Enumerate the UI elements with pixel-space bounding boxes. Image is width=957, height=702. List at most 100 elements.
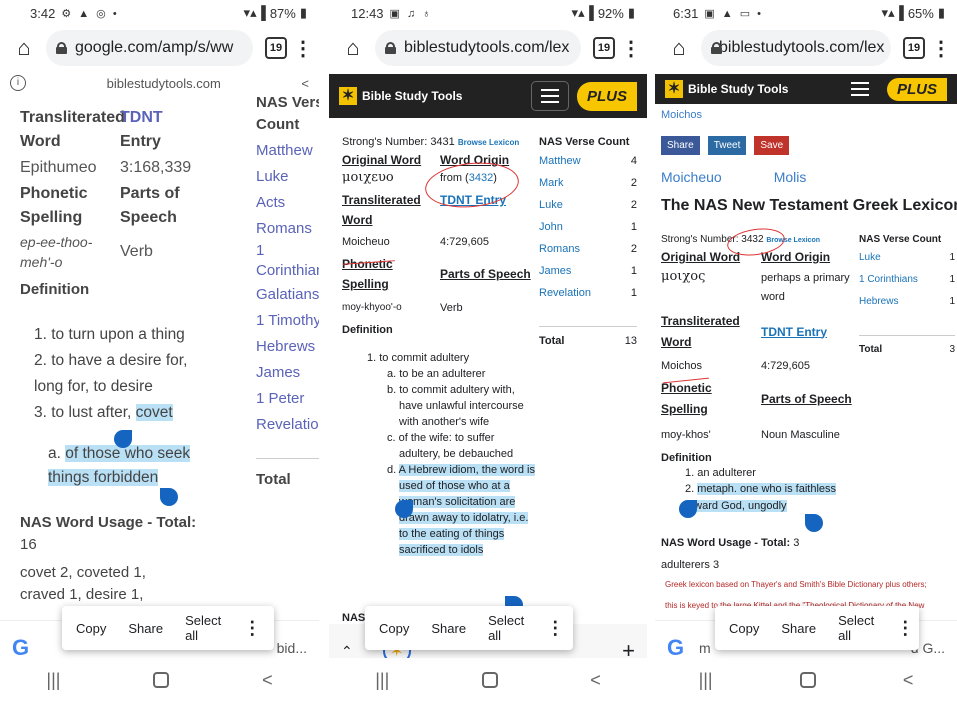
book-link[interactable]: Romans (539, 238, 580, 260)
book-link[interactable]: Revelation (539, 282, 591, 304)
info-icon[interactable]: i (10, 75, 26, 91)
home-button-icon[interactable] (799, 672, 816, 688)
browse-lexicon-link[interactable]: Browse Lexicon (458, 138, 519, 147)
book-link[interactable]: 1 Timothy (256, 308, 319, 334)
selection-handle-start[interactable] (395, 500, 413, 518)
battery-icon: ▮ (937, 5, 945, 20)
select-all-button[interactable]: Select all (488, 613, 524, 643)
cab-text: bid... (276, 639, 307, 656)
definition-item: 3. to lust after, covet (34, 404, 173, 421)
more-menu-icon[interactable]: ⋮ (931, 36, 951, 61)
save-button[interactable]: Save (754, 136, 790, 155)
chevron-up-icon[interactable]: ⌃ (341, 643, 353, 660)
book-link[interactable]: James (539, 260, 571, 282)
tab-count-button[interactable]: 19 (593, 37, 615, 59)
word-usage: NAS Word Usage - Total: 3 adulterers 3 (661, 532, 799, 576)
home-button-icon[interactable] (481, 672, 498, 688)
brand-name[interactable]: Bible Study Tools (362, 89, 462, 103)
book-link[interactable]: 1 (256, 242, 319, 260)
hamburger-menu-icon[interactable] (530, 81, 569, 111)
book-link[interactable]: Luke (859, 247, 881, 269)
share-button[interactable]: Share (128, 621, 163, 636)
book-link[interactable]: Matthew (539, 150, 581, 172)
tab-count-button[interactable]: 19 (903, 37, 925, 59)
next-word-link[interactable]: Molis (774, 170, 807, 185)
android-nav-bar: ||| < (329, 658, 647, 702)
definition-item: 1. to commit adultery (367, 352, 470, 364)
url-field[interactable]: biblestudytools.com/lex (375, 30, 581, 66)
tab-count-button[interactable]: 19 (265, 37, 287, 59)
share-button[interactable]: Share (431, 621, 466, 636)
selected-text: covet (135, 404, 173, 421)
home-icon[interactable]: ⌂ (663, 35, 695, 61)
count-row: John 1 (539, 216, 637, 238)
recent-apps-icon[interactable]: ||| (699, 670, 713, 691)
book-link[interactable]: Romans (256, 216, 319, 242)
home-button-icon[interactable] (153, 672, 170, 688)
count-list: Matthew 4 Mark 2 Luke 2 John 1 Romans 2 James 1 Reve… (539, 150, 637, 304)
selection-handle-start[interactable] (679, 500, 697, 518)
more-options-icon[interactable]: ⋮ (243, 618, 261, 639)
copy-button[interactable]: Copy (76, 621, 106, 636)
back-icon[interactable]: < (590, 670, 601, 691)
home-icon[interactable]: ⌂ (8, 35, 40, 61)
usage-total: 3 (793, 537, 800, 549)
verse-count: 1 (949, 296, 955, 307)
selection-handle-start[interactable] (114, 430, 132, 448)
recent-apps-icon[interactable]: ||| (375, 670, 389, 691)
plus-button[interactable]: PLUS (576, 81, 637, 111)
back-icon[interactable]: < (262, 670, 273, 691)
usage-title: NAS Word Usage - Total: (20, 514, 197, 531)
book-link[interactable]: James (256, 360, 319, 386)
book-link[interactable]: Luke (256, 164, 319, 190)
more-menu-icon[interactable]: ⋮ (293, 36, 313, 61)
more-menu-icon[interactable]: ⋮ (621, 36, 641, 61)
select-all-button[interactable]: Select all (185, 613, 221, 643)
facebook-share-button[interactable]: Share (661, 136, 700, 155)
note-line: Greek lexicon based on Thayer's and Smit… (665, 580, 927, 589)
verse-count: 2 (630, 177, 637, 189)
more-options-icon[interactable]: ⋮ (546, 618, 564, 639)
book-link[interactable]: 1 Peter (256, 386, 319, 412)
tdnt-entry-link[interactable]: TDNT Entry (761, 325, 827, 340)
battery-text: 92% (597, 5, 624, 21)
book-link[interactable]: Luke (539, 194, 563, 216)
copy-button[interactable]: Copy (379, 621, 409, 636)
brand-name[interactable]: Bible Study Tools (688, 82, 788, 96)
book-link[interactable]: Mark (539, 172, 563, 194)
selection-handle-end[interactable] (160, 488, 178, 506)
parts-value: Verb (440, 302, 463, 314)
page-title: The NAS New Testament Greek Lexicon (661, 197, 957, 214)
url-field[interactable]: google.com/amp/s/ww (46, 30, 253, 66)
share-icon[interactable]: < (301, 76, 309, 91)
book-link[interactable]: Corinthians (256, 260, 319, 282)
book-link[interactable]: Hebrews (859, 291, 898, 313)
book-link[interactable]: John (539, 216, 563, 238)
back-icon[interactable]: < (903, 670, 914, 691)
word-origin-value: perhaps a primary (761, 272, 850, 284)
verse-count: 1 (630, 287, 637, 299)
book-link[interactable]: 1 Corinthians (859, 269, 918, 291)
subdefinitions: a. to be an adulterer b. to commit adult… (387, 366, 537, 558)
prev-word-link[interactable]: Moicheuo (661, 170, 722, 185)
tweet-button[interactable]: Tweet (707, 136, 747, 155)
lexicon-content: Strong's Number: 3431 Browse Lexicon Ori… (329, 132, 647, 624)
subdefinition: a. to be an adulterer (387, 368, 486, 380)
book-link[interactable]: Revelation (256, 412, 319, 438)
book-link[interactable]: Acts (256, 190, 319, 216)
url-field[interactable]: biblestudytools.com/lex (701, 30, 891, 66)
home-icon[interactable]: ⌂ (337, 35, 369, 61)
plus-button[interactable]: PLUS (886, 77, 947, 101)
copy-button[interactable]: Copy (729, 621, 759, 636)
more-options-icon[interactable]: ⋮ (896, 618, 914, 639)
hamburger-menu-icon[interactable] (841, 79, 879, 99)
book-link[interactable]: Matthew (256, 138, 319, 164)
selection-handle-end[interactable] (805, 514, 823, 532)
share-button[interactable]: Share (781, 621, 816, 636)
book-link[interactable]: Hebrews (256, 334, 319, 360)
recent-apps-icon[interactable]: ||| (46, 670, 60, 691)
select-all-button[interactable]: Select all (838, 613, 874, 643)
word-details: Transliterated Word TDNT Entry Epithumeo… (20, 106, 240, 302)
tdnt-label[interactable]: TDNT (120, 106, 163, 130)
book-link[interactable]: Galatians (256, 282, 319, 308)
